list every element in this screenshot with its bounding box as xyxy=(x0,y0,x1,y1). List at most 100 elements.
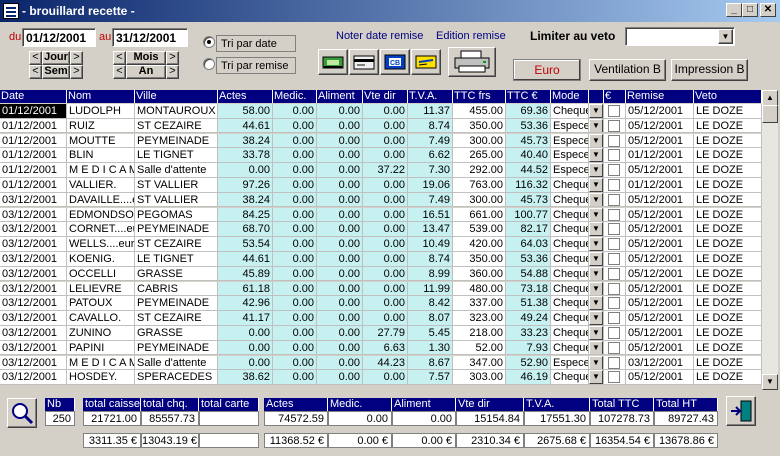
cell-remise[interactable]: 05/12/2001 xyxy=(626,237,694,252)
cell-ttc-frs[interactable]: 300.00 xyxy=(453,133,506,149)
cell-medic[interactable]: 0.00 xyxy=(273,281,317,297)
cell-tva[interactable]: 7.49 xyxy=(408,192,453,208)
printer-icon[interactable] xyxy=(448,47,496,77)
cell-aliment[interactable]: 0.00 xyxy=(317,118,363,134)
cell-aliment[interactable]: 0.00 xyxy=(317,311,363,326)
ventilation-button[interactable]: Ventilation B xyxy=(589,59,666,81)
cell-veto[interactable]: LE DOZE xyxy=(694,266,762,282)
cell-date[interactable]: 01/12/2001 xyxy=(0,118,67,134)
cell-ville[interactable]: SPERACEDES xyxy=(135,370,218,385)
jour-next-button[interactable]: > xyxy=(70,51,83,65)
cell-ttc-euro[interactable]: 7.93 xyxy=(506,340,551,356)
cell-nom[interactable]: KOENIG. xyxy=(67,252,135,267)
cell-tva[interactable]: 5.45 xyxy=(408,326,453,341)
cell-nom[interactable]: LUDOLPH xyxy=(67,104,135,119)
cell-aliment[interactable]: 0.00 xyxy=(317,266,363,282)
cell-nom[interactable]: HOSDEY. xyxy=(67,370,135,385)
cell-nom[interactable]: M E D I C A M xyxy=(67,355,135,371)
cell-mode[interactable]: Cheque xyxy=(551,192,589,208)
cell-vte-dir[interactable]: 0.00 xyxy=(363,207,408,223)
column-header-vte-dir[interactable]: Vte dir xyxy=(363,90,408,103)
cell-mode[interactable]: Cheque xyxy=(551,222,589,237)
cell-veto[interactable]: LE DOZE xyxy=(694,178,762,193)
cell-ville[interactable]: PEYMEINADE xyxy=(135,340,218,356)
cell-ttc-euro[interactable]: 49.24 xyxy=(506,311,551,326)
cell-ttc-euro[interactable]: 46.19 xyxy=(506,370,551,385)
cell-tva[interactable]: 8.74 xyxy=(408,252,453,267)
cell-medic[interactable]: 0.00 xyxy=(273,148,317,163)
jour-prev-button[interactable]: < xyxy=(29,51,42,65)
cell-ttc-euro[interactable]: 53.36 xyxy=(506,118,551,134)
cell-nom[interactable]: MOUTTE xyxy=(67,133,135,149)
cell-ttc-frs[interactable]: 350.00 xyxy=(453,118,506,134)
scroll-up-icon[interactable]: ▲ xyxy=(762,90,778,106)
cell-ville[interactable]: ST CEZAIRE xyxy=(135,311,218,326)
cell-tva[interactable]: 1.30 xyxy=(408,340,453,356)
cell-ville[interactable]: Salle d'attente xyxy=(135,355,218,371)
cell-remise[interactable]: 05/12/2001 xyxy=(626,266,694,282)
cell-actes[interactable]: 61.18 xyxy=(218,281,273,297)
euro-checkbox[interactable] xyxy=(608,297,620,310)
cell-actes[interactable]: 42.96 xyxy=(218,296,273,311)
cell-tva[interactable]: 8.74 xyxy=(408,118,453,134)
cell-veto[interactable]: LE DOZE xyxy=(694,104,762,119)
cheque-icon[interactable] xyxy=(411,49,441,75)
cell-ttc-frs[interactable]: 52.00 xyxy=(453,340,506,356)
card-icon[interactable] xyxy=(349,49,379,75)
cell-actes[interactable]: 53.54 xyxy=(218,237,273,252)
table-row[interactable]: 03/12/2001DAVAILLE....euST VALLIER38.240… xyxy=(0,192,762,208)
cell-remise[interactable]: 05/12/2001 xyxy=(626,163,694,178)
cell-aliment[interactable]: 0.00 xyxy=(317,222,363,237)
cell-vte-dir[interactable]: 0.00 xyxy=(363,252,408,267)
cell-mode[interactable]: Cheque xyxy=(551,104,589,119)
cell-ville[interactable]: ST CEZAIRE xyxy=(135,237,218,252)
euro-checkbox[interactable] xyxy=(608,238,620,251)
cell-date[interactable]: 03/12/2001 xyxy=(0,222,67,237)
cell-actes[interactable]: 0.00 xyxy=(218,326,273,341)
cell-ville[interactable]: GRASSE xyxy=(135,266,218,282)
cell-aliment[interactable]: 0.00 xyxy=(317,163,363,178)
cell-remise[interactable]: 05/12/2001 xyxy=(626,311,694,326)
cb-card-icon[interactable]: CB xyxy=(380,49,410,75)
table-row[interactable]: 01/12/2001 RUIZ ST CEZAIRE 44.61 0.00 0.00 0.0… xyxy=(0,118,762,134)
cell-ttc-euro[interactable]: 44.52 xyxy=(506,163,551,178)
scroll-thumb[interactable] xyxy=(762,105,778,123)
chevron-down-icon[interactable]: ▼ xyxy=(589,207,603,222)
cell-tva[interactable]: 7.57 xyxy=(408,370,453,385)
cell-vte-dir[interactable]: 37.22 xyxy=(363,163,408,178)
cell-date[interactable]: 03/12/2001 xyxy=(0,207,67,223)
cell-medic[interactable]: 0.00 xyxy=(273,222,317,237)
cell-date[interactable]: 03/12/2001 xyxy=(0,192,67,208)
cell-nom[interactable]: WELLS....euro xyxy=(67,237,135,252)
cell-date[interactable]: 03/12/2001 xyxy=(0,237,67,252)
cell-mode[interactable]: Especes xyxy=(551,148,589,163)
table-row[interactable]: 03/12/2001 PATOUX PEYMEINADE 42.96 0.00 0.00 0… xyxy=(0,296,762,311)
cell-remise[interactable]: 05/12/2001 xyxy=(626,222,694,237)
cell-actes[interactable]: 41.17 xyxy=(218,311,273,326)
cell-nom[interactable]: CAVALLO. xyxy=(67,311,135,326)
cell-remise[interactable]: 05/12/2001 xyxy=(626,133,694,149)
cell-date[interactable]: 03/12/2001 xyxy=(0,252,67,267)
cell-medic[interactable]: 0.00 xyxy=(273,118,317,134)
cell-tva[interactable]: 16.51 xyxy=(408,207,453,223)
cell-medic[interactable]: 0.00 xyxy=(273,237,317,252)
cell-ttc-euro[interactable]: 116.32 xyxy=(506,178,551,193)
cell-aliment[interactable]: 0.00 xyxy=(317,104,363,119)
cell-ttc-euro[interactable]: 51.38 xyxy=(506,296,551,311)
cell-veto[interactable]: LE DOZE xyxy=(694,296,762,311)
euro-checkbox[interactable] xyxy=(608,105,620,117)
cell-nom[interactable]: VALLIER. xyxy=(67,178,135,193)
cell-tva[interactable]: 7.30 xyxy=(408,163,453,178)
column-header-euro-flag[interactable]: € xyxy=(604,90,626,103)
column-header-ville[interactable]: Ville xyxy=(135,90,218,103)
table-row[interactable]: 01/12/2001 BLIN LE TIGNET 33.78 0.00 0.00 0.00… xyxy=(0,148,762,163)
cell-mode[interactable]: Especes xyxy=(551,118,589,134)
table-row[interactable]: 01/12/2001 LUDOLPH MONTAUROUX 58.00 0.00 0.00… xyxy=(0,104,762,119)
cell-medic[interactable]: 0.00 xyxy=(273,207,317,223)
cell-ttc-frs[interactable]: 347.00 xyxy=(453,355,506,371)
cell-ttc-frs[interactable]: 337.00 xyxy=(453,296,506,311)
cell-medic[interactable]: 0.00 xyxy=(273,311,317,326)
cell-remise[interactable]: 05/12/2001 xyxy=(626,296,694,311)
cell-tva[interactable]: 8.07 xyxy=(408,311,453,326)
chevron-down-icon[interactable]: ▼ xyxy=(589,237,603,251)
